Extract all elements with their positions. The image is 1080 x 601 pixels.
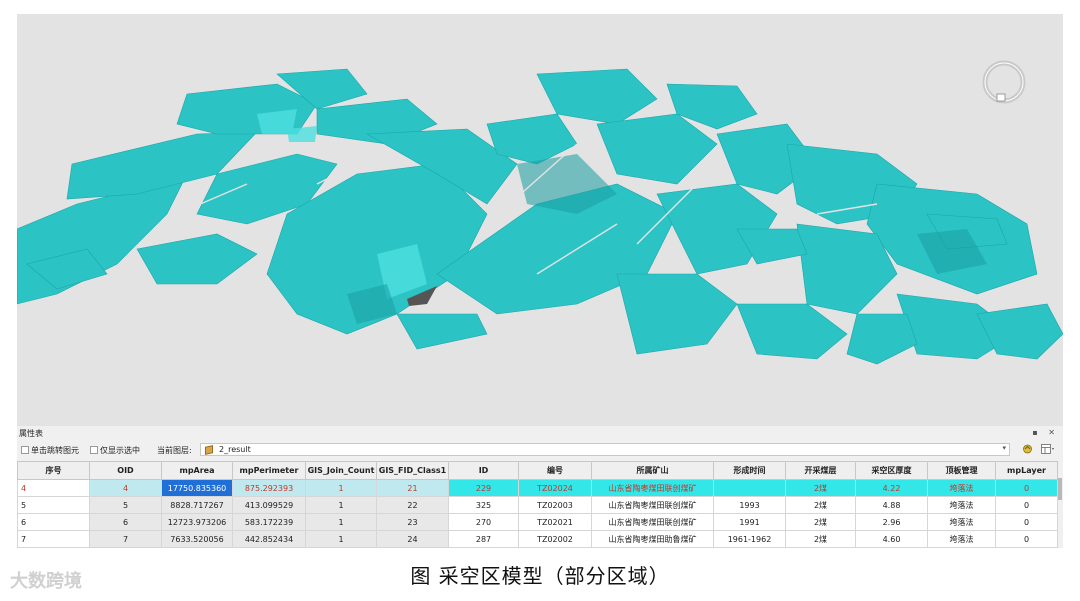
table-cell[interactable]: 0 — [995, 530, 1058, 548]
table-cell[interactable]: 4 — [17, 479, 90, 497]
table-scrollbar[interactable] — [1058, 478, 1062, 500]
table-cell[interactable]: 1 — [305, 530, 377, 548]
table-cell[interactable]: 24 — [376, 530, 449, 548]
chevron-down-icon[interactable]: ▾ — [1002, 444, 1006, 452]
table-cell[interactable]: 2煤 — [785, 479, 856, 497]
attribute-table-panel: 属性表 ▪ ✕ 单击跳转图元 仅显示选中 当前图层: 2_result ▾ 序号… — [17, 426, 1063, 548]
table-cell[interactable]: TZ02024 — [518, 479, 592, 497]
attribute-toolbar: 单击跳转图元 仅显示选中 当前图层: 2_result ▾ — [17, 442, 1063, 458]
table-cell[interactable]: 2煤 — [785, 513, 856, 531]
table-cell[interactable]: 21 — [376, 479, 449, 497]
table-cell[interactable]: 山东省陶枣煤田助鲁煤矿 — [591, 530, 714, 548]
table-cell[interactable]: 1 — [305, 479, 377, 497]
table-cell[interactable]: 229 — [448, 479, 519, 497]
table-cell[interactable]: 4.22 — [855, 479, 928, 497]
column-header[interactable]: GIS_FID_Class1 — [376, 461, 449, 480]
table-cell[interactable]: 山东省陶枣煤田联创煤矿 — [591, 513, 714, 531]
column-header[interactable]: ID — [448, 461, 519, 480]
goaf-3d-model — [17, 68, 1063, 365]
column-header[interactable]: OID — [89, 461, 162, 480]
column-header[interactable]: 所属矿山 — [591, 461, 714, 480]
table-cell[interactable]: 4.88 — [855, 496, 928, 514]
column-header[interactable]: 序号 — [17, 461, 90, 480]
table-cell[interactable]: 7 — [89, 530, 162, 548]
table-header-row: 序号 OID mpArea mpPerimeter GIS_Join_Count… — [17, 461, 1058, 480]
table-cell[interactable]: 583.172239 — [232, 513, 306, 531]
table-cell[interactable]: TZ02003 — [518, 496, 592, 514]
figure-caption: 图 采空区模型（部分区域） — [410, 564, 670, 588]
table-cell[interactable] — [713, 479, 786, 497]
3d-map-viewport[interactable] — [17, 14, 1063, 426]
table-cell[interactable]: 垮落法 — [927, 513, 996, 531]
table-row[interactable]: 6 6 12723.973206 583.172239 1 23 270 TZ0… — [17, 513, 1058, 531]
layer-select-value: 2_result — [219, 445, 251, 454]
table-cell[interactable]: TZ02002 — [518, 530, 592, 548]
navigation-ring-icon[interactable] — [981, 59, 1027, 105]
panel-title: 属性表 — [19, 429, 43, 438]
table-cell[interactable]: 7 — [17, 530, 90, 548]
table-cell[interactable]: 325 — [448, 496, 519, 514]
table-cell[interactable]: TZ02021 — [518, 513, 592, 531]
panel-window-buttons[interactable]: ▪ ✕ — [1032, 428, 1059, 437]
show-selected-only-label: 仅显示选中 — [100, 446, 140, 455]
layer-select[interactable]: 2_result ▾ — [200, 443, 1010, 456]
table-cell[interactable]: 垮落法 — [927, 479, 996, 497]
table-cell[interactable]: 6 — [89, 513, 162, 531]
table-cell[interactable]: 6 — [17, 513, 90, 531]
table-cell-current[interactable]: 17750.835360 — [161, 479, 233, 497]
show-selected-only-checkbox[interactable] — [90, 446, 98, 454]
table-cell[interactable]: 0 — [995, 513, 1058, 531]
table-cell[interactable]: 0 — [995, 479, 1058, 497]
current-layer-label: 当前图层: — [157, 446, 192, 455]
table-row-selected[interactable]: 4 4 17750.835360 875.292393 1 21 229 TZ0… — [17, 479, 1058, 497]
table-cell[interactable]: 1991 — [713, 513, 786, 531]
attribute-table: 序号 OID mpArea mpPerimeter GIS_Join_Count… — [17, 461, 1058, 548]
table-cell[interactable]: 山东省陶枣煤田联创煤矿 — [591, 479, 714, 497]
table-cell[interactable]: 287 — [448, 530, 519, 548]
layer-cube-icon — [205, 445, 213, 455]
table-cell[interactable]: 垮落法 — [927, 530, 996, 548]
column-header[interactable]: mpPerimeter — [232, 461, 306, 480]
column-header[interactable]: 开采煤层 — [785, 461, 856, 480]
table-cell[interactable]: 8828.717267 — [161, 496, 233, 514]
table-cell[interactable]: 22 — [376, 496, 449, 514]
table-cell[interactable]: 4 — [89, 479, 162, 497]
table-row[interactable]: 7 7 7633.520056 442.852434 1 24 287 TZ02… — [17, 530, 1058, 548]
table-cell[interactable]: 1 — [305, 513, 377, 531]
column-header[interactable]: 顶板管理 — [927, 461, 996, 480]
table-cell[interactable]: 875.292393 — [232, 479, 306, 497]
column-header[interactable]: 编号 — [518, 461, 592, 480]
column-header[interactable]: 形成时间 — [713, 461, 786, 480]
table-cell[interactable]: 7633.520056 — [161, 530, 233, 548]
column-header[interactable]: mpArea — [161, 461, 233, 480]
table-cell[interactable]: 2煤 — [785, 496, 856, 514]
table-cell[interactable]: 5 — [17, 496, 90, 514]
jump-to-feature-checkbox[interactable] — [21, 446, 29, 454]
table-cell[interactable]: 2.96 — [855, 513, 928, 531]
table-cell[interactable]: 23 — [376, 513, 449, 531]
jump-to-feature-label: 单击跳转图元 — [31, 446, 79, 455]
table-cell[interactable]: 5 — [89, 496, 162, 514]
column-header[interactable]: 采空区厚度 — [855, 461, 928, 480]
table-cell[interactable]: 垮落法 — [927, 496, 996, 514]
table-cell[interactable]: 413.099529 — [232, 496, 306, 514]
table-cell[interactable]: 1993 — [713, 496, 786, 514]
table-cell[interactable]: 12723.973206 — [161, 513, 233, 531]
table-cell[interactable]: 270 — [448, 513, 519, 531]
table-cell[interactable]: 0 — [995, 496, 1058, 514]
refresh-icon[interactable] — [1022, 444, 1033, 454]
column-header[interactable]: mpLayer — [995, 461, 1058, 480]
table-cell[interactable]: 442.852434 — [232, 530, 306, 548]
table-cell[interactable]: 4.60 — [855, 530, 928, 548]
table-cell[interactable]: 山东省陶枣煤田联创煤矿 — [591, 496, 714, 514]
column-header[interactable]: GIS_Join_Count — [305, 461, 377, 480]
table-row[interactable]: 5 5 8828.717267 413.099529 1 22 325 TZ02… — [17, 496, 1058, 514]
table-cell[interactable]: 1961-1962 — [713, 530, 786, 548]
table-cell[interactable]: 1 — [305, 496, 377, 514]
table-cell[interactable]: 2煤 — [785, 530, 856, 548]
table-options-icon[interactable] — [1041, 444, 1055, 454]
